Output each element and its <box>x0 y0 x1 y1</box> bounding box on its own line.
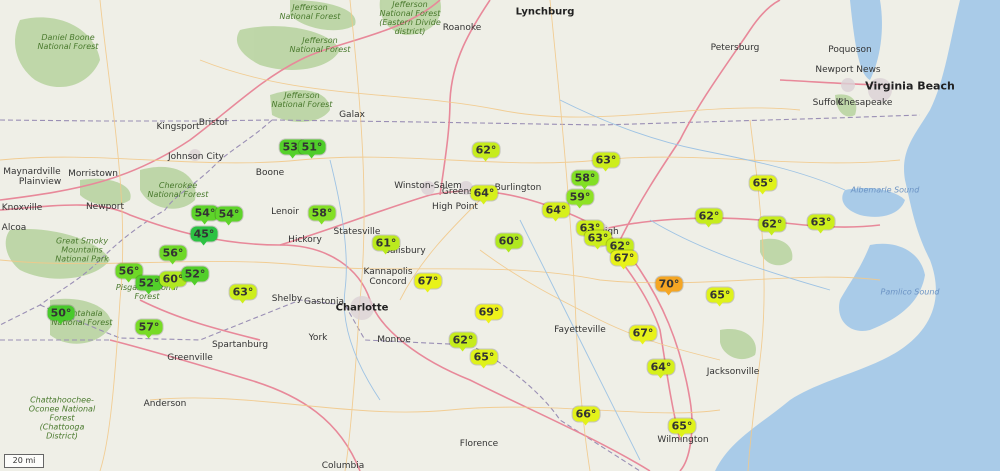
temperature-marker[interactable]: 64° <box>542 202 570 222</box>
temperature-marker[interactable]: 50° <box>47 305 75 325</box>
temperature-marker[interactable]: 63° <box>229 284 257 304</box>
temperature-marker[interactable]: 63° <box>592 152 620 172</box>
temperature-marker[interactable]: 59° <box>566 189 594 209</box>
temperature-marker[interactable]: 69° <box>475 304 503 324</box>
temperature-marker[interactable]: 58° <box>571 170 599 190</box>
temperature-marker[interactable]: 62° <box>695 208 723 228</box>
temperature-marker[interactable]: 70° <box>655 276 683 296</box>
temperature-marker[interactable]: 67° <box>629 325 657 345</box>
temperature-marker[interactable]: 54° <box>215 206 243 226</box>
scale-bar: 20 mi <box>4 454 44 468</box>
temperature-marker[interactable]: 54° <box>191 205 219 225</box>
temperature-marker[interactable]: 66° <box>572 406 600 426</box>
temperature-marker[interactable]: 62° <box>449 332 477 352</box>
temperature-marker[interactable]: 64° <box>470 185 498 205</box>
temperature-marker[interactable]: 65° <box>668 418 696 438</box>
temperature-marker[interactable]: 62° <box>758 216 786 236</box>
temperature-marker[interactable]: 58° <box>308 205 336 225</box>
temperature-marker[interactable]: 67° <box>610 250 638 270</box>
temperature-marker[interactable]: 63° <box>807 214 835 234</box>
temperature-marker[interactable]: 52° <box>181 266 209 286</box>
temperature-marker[interactable]: 52° <box>135 275 163 295</box>
temperature-marker[interactable]: 51° <box>298 139 326 159</box>
temperature-marker[interactable]: 57° <box>135 319 163 339</box>
temperature-marker[interactable]: 65° <box>470 349 498 369</box>
temperature-marker[interactable]: 60° <box>495 233 523 253</box>
temperature-marker[interactable]: 64° <box>647 359 675 379</box>
map-canvas[interactable]: Daniel Boone National Forest Jefferson Na… <box>0 0 1000 471</box>
temperature-marker[interactable]: 67° <box>414 273 442 293</box>
temperature-marker[interactable]: 65° <box>706 287 734 307</box>
temperature-marker[interactable]: 62° <box>472 142 500 162</box>
temperature-marker[interactable]: 61° <box>372 235 400 255</box>
temperature-marker[interactable]: 45° <box>190 226 218 246</box>
temperature-marker[interactable]: 65° <box>749 175 777 195</box>
temperature-marker[interactable]: 56° <box>159 245 187 265</box>
